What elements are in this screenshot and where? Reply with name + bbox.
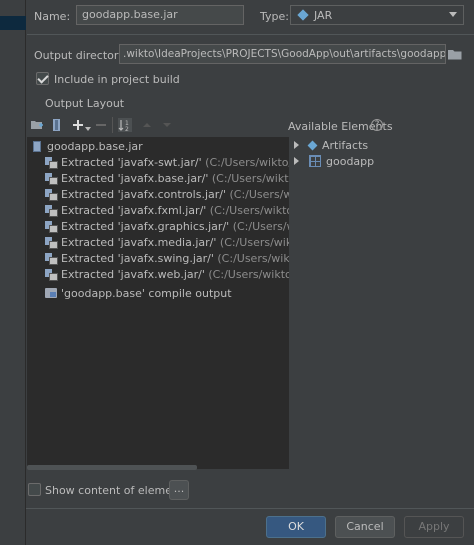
footer-separator: [26, 508, 474, 509]
left-strip-selection: [0, 16, 26, 30]
layout-toolbar: 12: [30, 117, 190, 133]
cancel-button[interactable]: Cancel: [335, 516, 395, 538]
available-item-goodapp[interactable]: goodapp: [294, 153, 374, 169]
name-input[interactable]: goodapp.base.jar: [76, 5, 244, 25]
output-directory-label: Output directory:: [34, 49, 128, 62]
extracted-archive-icon: [45, 205, 58, 217]
tree-item[interactable]: Extracted 'javafx.media.jar/' (C:/Users/…: [45, 234, 289, 250]
artifacts-icon: [307, 140, 318, 150]
module-output-folder-icon: [45, 288, 57, 298]
move-up-icon[interactable]: [140, 118, 154, 132]
tree-item[interactable]: Extracted 'javafx.graphics.jar/' (C:/Use…: [45, 218, 289, 234]
tree-item-path: (C:/Users/wikto/Desktop: [219, 235, 289, 249]
tree-horizontal-scrollbar[interactable]: [27, 465, 197, 470]
tree-item-path: (C:/Users/wikto/Desktop/: [211, 171, 289, 185]
extracted-archive-icon: [45, 237, 58, 249]
svg-text:2: 2: [125, 126, 129, 132]
toolbar-separator: [112, 117, 113, 133]
jar-type-icon: [297, 9, 309, 21]
available-item-artifacts[interactable]: Artifacts: [294, 137, 368, 153]
tree-item-path: (C:/Users/wikto/Deskt: [229, 187, 290, 201]
add-copy-plus-icon[interactable]: [72, 118, 86, 132]
tree-item-name: Extracted 'javafx.fxml.jar/': [61, 203, 207, 217]
tree-item-path: (C:/Users/wikto/Desktop/J: [205, 155, 289, 169]
include-in-build-label: Include in project build: [54, 73, 180, 86]
tree-item[interactable]: Extracted 'javafx-swt.jar/' (C:/Users/wi…: [45, 154, 289, 170]
include-in-build-checkbox[interactable]: [36, 72, 49, 85]
extracted-archive-icon: [45, 253, 58, 265]
output-directory-input[interactable]: .wikto\IdeaProjects\PROJECTS\GoodApp\out…: [119, 44, 446, 64]
output-layout-tree[interactable]: goodapp.base.jar Extracted 'javafx-swt.j…: [27, 137, 289, 469]
left-settings-strip: [0, 0, 26, 545]
show-content-options-button[interactable]: ...: [169, 480, 189, 500]
add-archive-icon[interactable]: [50, 118, 64, 132]
extracted-archive-icon: [45, 221, 58, 233]
tree-item-path: (C:/Users/wikto/Desktop/: [208, 267, 289, 281]
create-directory-icon[interactable]: [30, 118, 44, 132]
browse-folder-button[interactable]: [447, 44, 465, 64]
available-item-label: goodapp: [326, 154, 375, 168]
sort-elements-icon[interactable]: 12: [118, 118, 132, 132]
tree-item[interactable]: Extracted 'javafx.fxml.jar/' (C:/Users/w…: [45, 202, 289, 218]
tree-item-name: Extracted 'javafx.base.jar/': [61, 171, 209, 185]
chevron-right-icon[interactable]: [294, 157, 299, 165]
tree-item-name: Extracted 'javafx.controls.jar/': [61, 187, 226, 201]
type-dropdown-value: JAR: [314, 8, 333, 22]
tree-item-path: (C:/Users/wikto/Deskto: [232, 219, 289, 233]
extracted-archive-icon: [45, 189, 58, 201]
ok-button[interactable]: OK: [266, 516, 326, 538]
apply-button[interactable]: Apply: [404, 516, 464, 538]
remove-minus-icon[interactable]: [94, 118, 108, 132]
jar-icon: [33, 140, 41, 152]
tree-item[interactable]: Extracted 'javafx.web.jar/' (C:/Users/wi…: [45, 266, 289, 282]
tree-item-name: Extracted 'javafx.web.jar/': [61, 267, 205, 281]
extracted-archive-icon: [45, 157, 58, 169]
tree-item-name: Extracted 'javafx.graphics.jar/': [61, 219, 230, 233]
tree-item-name: Extracted 'javafx.swing.jar/': [61, 251, 214, 265]
type-label: Type:: [260, 10, 289, 23]
name-label: Name:: [34, 10, 71, 23]
move-down-icon[interactable]: [160, 118, 174, 132]
tree-item-name: Extracted 'javafx-swt.jar/': [61, 155, 202, 169]
extracted-archive-icon: [45, 173, 58, 185]
type-dropdown[interactable]: JAR: [290, 5, 464, 25]
chevron-right-icon[interactable]: [294, 141, 299, 149]
output-layout-title: Output Layout: [45, 97, 125, 110]
add-dropdown-arrow-icon[interactable]: [85, 127, 91, 131]
chevron-down-icon: [449, 12, 457, 17]
tree-item[interactable]: Extracted 'javafx.controls.jar/' (C:/Use…: [45, 186, 289, 202]
tree-item[interactable]: Extracted 'javafx.base.jar/' (C:/Users/w…: [45, 170, 289, 186]
tree-root-jar[interactable]: goodapp.base.jar: [33, 138, 143, 154]
folder-icon: [448, 50, 462, 60]
module-icon: [309, 155, 321, 167]
tree-item-path: (C:/Users/wikto/Desktop/: [209, 203, 289, 217]
extracted-archive-icon: [45, 269, 58, 281]
help-icon[interactable]: ?: [371, 119, 383, 131]
show-content-checkbox[interactable]: [28, 483, 41, 496]
header-separator: [27, 34, 474, 35]
available-item-label: Artifacts: [322, 138, 369, 152]
show-content-label: Show content of elements: [45, 484, 189, 497]
tree-item[interactable]: Extracted 'javafx.swing.jar/' (C:/Users/…: [45, 250, 289, 266]
tree-item-path: (C:/Users/wikto/Desktop: [217, 251, 289, 265]
compile-output-label: 'goodapp.base' compile output: [61, 286, 232, 300]
tree-item-compile-output[interactable]: 'goodapp.base' compile output: [45, 285, 232, 301]
tree-item-name: Extracted 'javafx.media.jar/': [61, 235, 217, 249]
tree-root-label: goodapp.base.jar: [47, 139, 143, 153]
